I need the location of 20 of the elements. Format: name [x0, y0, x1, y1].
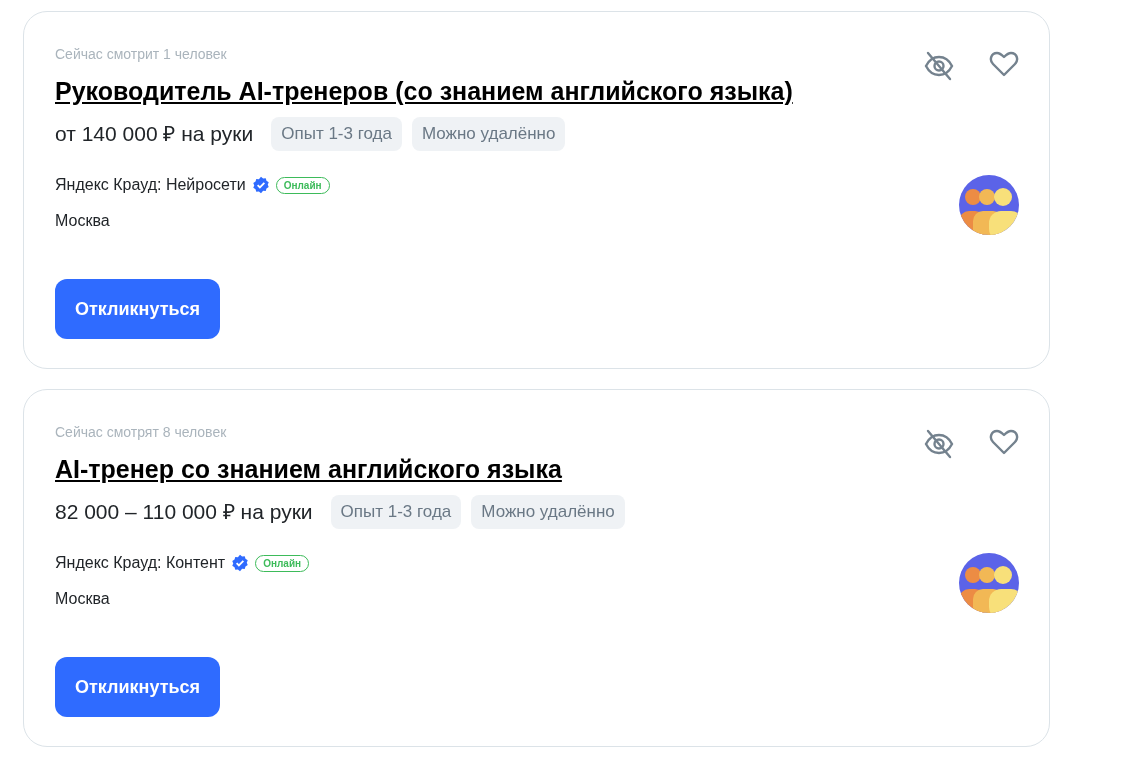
company-link[interactable]: Яндекс Крауд: Нейросети: [55, 173, 246, 197]
tag: Можно удалённо: [411, 117, 566, 151]
city-text: Москва: [55, 211, 111, 231]
salary-text: от 140 000 ₽ на руки: [55, 121, 254, 148]
tag: Опыт 1-3 года: [271, 117, 402, 151]
apply-button[interactable]: Откликнуться: [55, 657, 221, 717]
viewers-text: Сейчас смотрит 1 человек: [55, 46, 228, 63]
tag: Опыт 1-3 года: [330, 495, 462, 529]
city-text: Москва: [55, 589, 111, 609]
company-logo: [959, 175, 1019, 235]
salary-text: 82 000 – 110 000 ₽ на руки: [55, 499, 313, 526]
vacancy-title-link[interactable]: Руководитель AI-тренеров (со знанием английского языка): [55, 75, 939, 107]
hide-icon[interactable]: [923, 50, 955, 82]
company-link[interactable]: Яндекс Крауд: Контент: [55, 551, 226, 575]
company-logo: [959, 553, 1019, 613]
hide-icon[interactable]: [923, 428, 955, 460]
apply-button[interactable]: Откликнуться: [55, 279, 221, 339]
tag: Можно удалённо: [471, 495, 625, 529]
vacancy-title-link[interactable]: AI-тренер со знанием английского языка: [55, 453, 939, 485]
viewers-text: Сейчас смотрят 8 человек: [55, 424, 228, 441]
